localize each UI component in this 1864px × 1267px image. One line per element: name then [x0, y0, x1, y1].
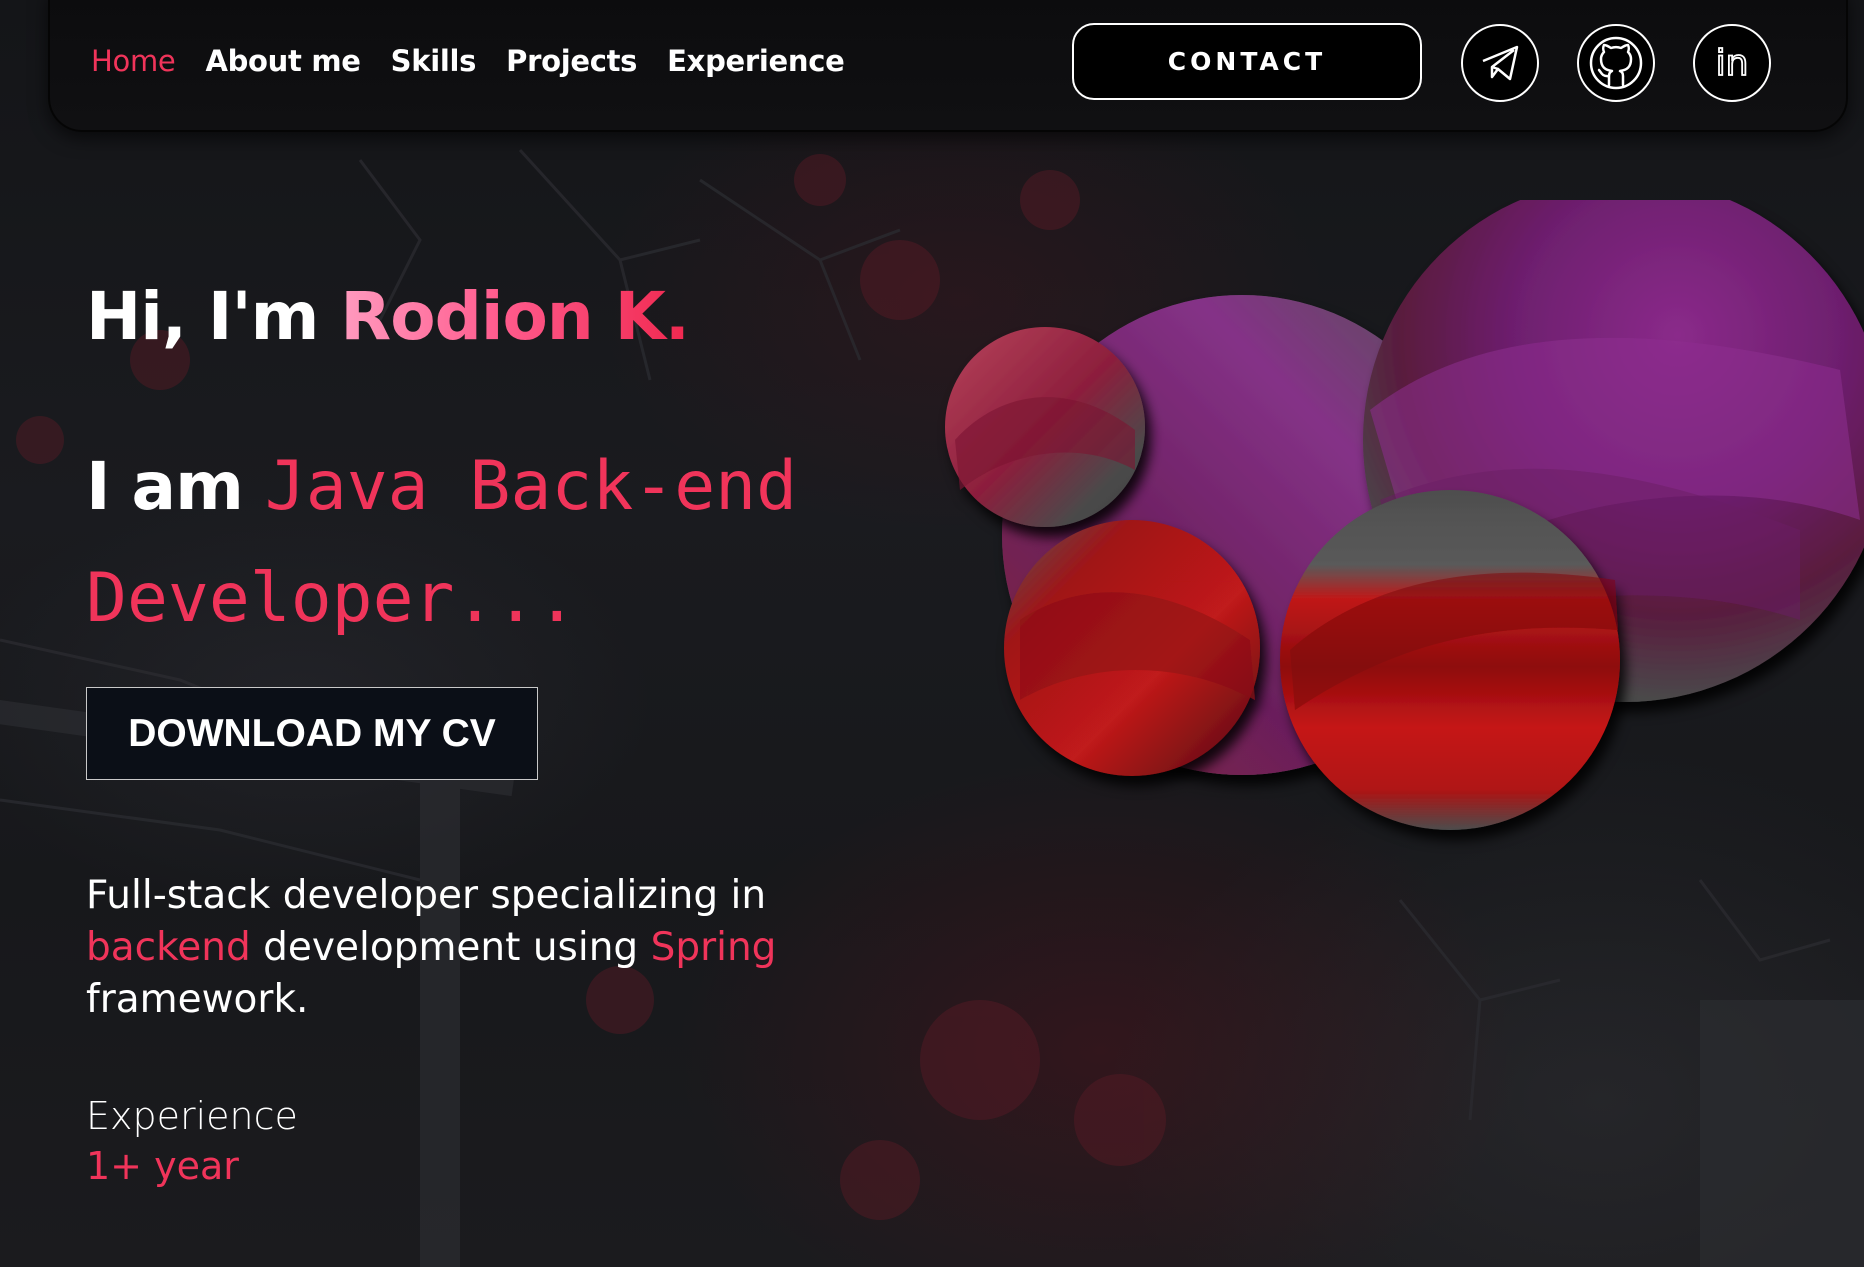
- experience-label: Experience: [86, 1094, 298, 1138]
- nav-link-experience[interactable]: Experience: [667, 44, 845, 78]
- hero-description: Full-stack developer specializing in bac…: [86, 870, 846, 1026]
- contact-button[interactable]: CONTACT: [1072, 23, 1422, 100]
- svg-text:in: in: [1716, 43, 1749, 84]
- hero-artwork: [945, 200, 1864, 830]
- github-button[interactable]: [1577, 24, 1655, 102]
- role-prefix: I am: [86, 448, 265, 525]
- hero-name: Rodion K.: [340, 278, 690, 355]
- description-text: development using: [250, 925, 651, 970]
- experience-value: 1+ year: [86, 1144, 239, 1188]
- description-highlight-spring: Spring: [650, 925, 777, 970]
- description-text: Full-stack developer specializing in: [86, 873, 767, 918]
- linkedin-button[interactable]: in: [1693, 24, 1771, 102]
- description-highlight-backend: backend: [86, 925, 251, 970]
- telegram-button[interactable]: [1461, 24, 1539, 102]
- nav-link-projects[interactable]: Projects: [506, 44, 637, 78]
- nav-link-home[interactable]: Home: [91, 44, 176, 78]
- github-icon: [1589, 36, 1643, 90]
- greeting-prefix: Hi, I'm: [86, 278, 341, 355]
- main-nav: Home About me Skills Projects Experience: [91, 44, 845, 78]
- download-cv-button[interactable]: DOWNLOAD MY CV: [86, 687, 538, 780]
- linkedin-icon: in: [1715, 42, 1750, 85]
- hero-greeting: Hi, I'm Rodion K.: [86, 278, 690, 355]
- nav-link-skills[interactable]: Skills: [391, 44, 477, 78]
- hero-role: I am Java Back-end Developer...: [86, 440, 866, 664]
- download-cv-label: DOWNLOAD MY CV: [128, 711, 496, 755]
- nav-link-about[interactable]: About me: [205, 44, 361, 78]
- telegram-icon: [1482, 45, 1519, 81]
- description-text: framework.: [86, 977, 309, 1022]
